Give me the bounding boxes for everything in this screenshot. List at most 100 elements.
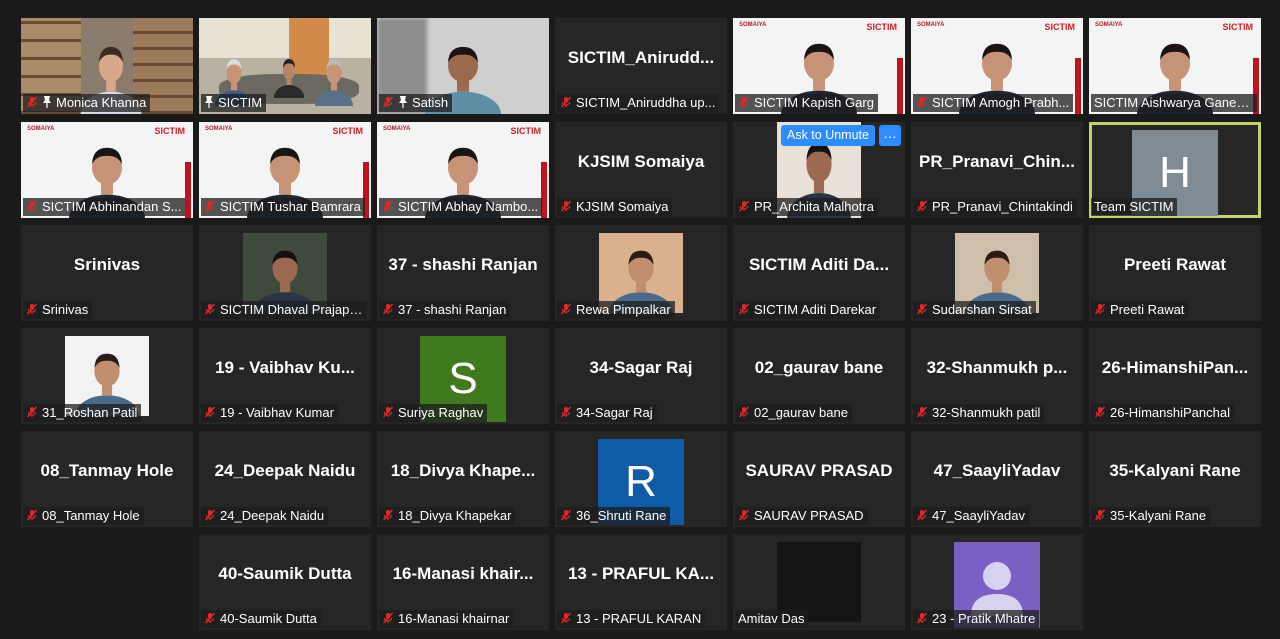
participant-tile[interactable]: H Team SICTIM [1089,122,1261,218]
participant-display-name: KJSIM Somaiya [577,152,705,171]
participant-name-label: 37 - shashi Ranjan [379,301,511,319]
participant-name: PR_Pranavi_Chintakindi [932,199,1073,214]
muted-mic-icon [560,406,572,418]
participant-tile[interactable]: SOMAIYA SICTIM SICTIM Abhay Nambo... [377,122,549,218]
participant-name-label: SICTIM Abhinandan S... [23,198,186,216]
participant-display-name: Srinivas [73,255,141,274]
participant-tile[interactable]: SAURAV PRASAD SAURAV PRASAD [733,431,905,527]
participant-name: SICTIM Tushar Bamrara [220,199,361,214]
participant-tile[interactable]: Srinivas Srinivas [21,225,193,321]
participant-name-label: 47_SaayliYadav [913,507,1029,525]
participant-tile[interactable]: SOMAIYA SICTIM SICTIM Abhinandan S... [21,122,193,218]
participant-tile[interactable]: 37 - shashi Ranjan 37 - shashi Ranjan [377,225,549,321]
participant-name: 13 - PRAFUL KARAN [576,611,702,626]
participant-display-name: Preeti Rawat [1123,255,1227,274]
participant-name: 32-Shanmukh patil [932,405,1041,420]
participant-tile[interactable]: 47_SaayliYadav 47_SaayliYadav [911,431,1083,527]
participant-tile[interactable]: 02_gaurav bane 02_gaurav bane [733,328,905,424]
more-options-button[interactable]: … [879,125,901,146]
participant-name-label: SICTIM Abhay Nambo... [379,198,543,216]
participant-name: 31_Roshan Patil [42,405,138,420]
participant-tile[interactable]: Rewa Pimpalkar [555,225,727,321]
muted-mic-icon [916,96,928,108]
muted-mic-icon [1094,509,1106,521]
participant-tile[interactable]: SICTIM Aditi Da... SICTIM Aditi Darekar [733,225,905,321]
participant-name: Srinivas [42,302,89,317]
participant-display-name: SICTIM_Anirudd... [567,48,715,67]
participant-name-label: SICTIM Aishwarya Ganes... [1091,94,1257,112]
participant-tile[interactable]: 18_Divya Khape... 18_Divya Khapekar [377,431,549,527]
participant-display-name: 32-Shanmukh p... [926,358,1068,377]
participant-tile[interactable]: SICTIM Dhaval Prajapati [199,225,371,321]
participant-tile[interactable]: SOMAIYA SICTIM SICTIM Kapish Garg [733,18,905,114]
participant-tile[interactable]: 34-Sagar Raj 34-Sagar Raj [555,328,727,424]
participant-tile[interactable]: SOMAIYA SICTIM SICTIM Tushar Bamrara [199,122,371,218]
participant-tile[interactable]: 35-Kalyani Rane 35-Kalyani Rane [1089,431,1261,527]
participant-tile[interactable]: Monica Khanna [21,18,193,114]
participant-tile[interactable]: 23 - Pratik Mhatre [911,534,1083,630]
participant-tile[interactable]: 24_Deepak Naidu 24_Deepak Naidu [199,431,371,527]
muted-mic-icon [204,200,216,212]
participant-name-label: SICTIM Tushar Bamrara [201,198,365,216]
muted-mic-icon [204,303,216,315]
participant-display-name: 40-Saumik Dutta [218,564,352,583]
participant-tile[interactable]: Preeti Rawat Preeti Rawat [1089,225,1261,321]
participant-name: 26-HimanshiPanchal [1110,405,1230,420]
participant-name: PR_Archita Malhotra [754,199,874,214]
participant-display-name: 35-Kalyani Rane [1109,461,1241,480]
participant-tile[interactable]: Satish [377,18,549,114]
participant-name-label: Satish [379,94,453,112]
participant-tile[interactable]: S Suriya Raghav [377,328,549,424]
muted-mic-icon [738,509,750,521]
participant-name-label: 36_Shruti Rane [557,507,671,525]
participant-display-name: 37 - shashi Ranjan [388,255,538,274]
participant-name: Preeti Rawat [1110,302,1185,317]
participant-tile[interactable]: KJSIM Somaiya KJSIM Somaiya [555,122,727,218]
participant-display-name: 02_gaurav bane [754,358,884,377]
participant-tile[interactable]: SOMAIYA SICTIM SICTIM Aishwarya Ganes... [1089,18,1261,114]
participant-name-label: Suriya Raghav [379,404,488,422]
participant-tile[interactable]: 16-Manasi khair... 16-Manasi khairnar [377,534,549,630]
participant-tile[interactable]: 19 - Vaibhav Ku... 19 - Vaibhav Kumar [199,328,371,424]
participant-tile[interactable]: 40-Saumik Dutta 40-Saumik Dutta [199,534,371,630]
participant-tile[interactable]: SICTIM_Anirudd... SICTIM_Aniruddha up... [555,18,727,114]
participant-tile[interactable]: 08_Tanmay Hole 08_Tanmay Hole [21,431,193,527]
participant-name: SICTIM_Aniruddha up... [576,95,716,110]
participant-tile[interactable]: Sudarshan Sirsat [911,225,1083,321]
participant-tile[interactable]: SOMAIYA SICTIM SICTIM Amogh Prabh... [911,18,1083,114]
participant-name: 16-Manasi khairnar [398,611,510,626]
pin-icon [205,96,213,108]
somaiya-logo: SOMAIYA [205,126,233,132]
muted-mic-icon [560,200,572,212]
ask-to-unmute-button[interactable]: Ask to Unmute [781,125,875,146]
muted-mic-icon [382,96,394,108]
participant-name-label: Amitav Das [735,610,809,628]
participant-tile[interactable]: R 36_Shruti Rane [555,431,727,527]
participant-name: SICTIM Amogh Prabh... [932,95,1070,110]
participant-display-name: 18_Divya Khape... [390,461,536,480]
participant-name-label: SICTIM_Aniruddha up... [557,94,720,112]
participant-display-name: 34-Sagar Raj [589,358,693,377]
muted-mic-icon [26,406,38,418]
participant-name: 23 - Pratik Mhatre [932,611,1036,626]
muted-mic-icon [916,406,928,418]
participant-tile[interactable]: 31_Roshan Patil [21,328,193,424]
participant-tile[interactable]: PR_Pranavi_Chin... PR_Pranavi_Chintakindi [911,122,1083,218]
participant-tile[interactable]: 13 - PRAFUL KA... 13 - PRAFUL KARAN [555,534,727,630]
participant-name: SICTIM Aishwarya Ganes... [1094,95,1254,110]
participant-name-label: Monica Khanna [23,94,151,112]
participant-display-name: 19 - Vaibhav Ku... [215,358,355,377]
participant-tile[interactable]: Amitav Das [733,534,905,630]
participant-name-label: 40-Saumik Dutta [201,610,321,628]
participant-name: 18_Divya Khapekar [398,508,512,523]
participant-name: KJSIM Somaiya [576,199,669,214]
participant-name: 34-Sagar Raj [576,405,653,420]
participant-tile[interactable]: SICTIM [199,18,371,114]
participant-name: SICTIM [218,95,263,110]
participant-name: Rewa Pimpalkar [576,302,671,317]
somaiya-logo: SOMAIYA [739,22,767,28]
participant-display-name: 13 - PRAFUL KA... [567,564,715,583]
participant-tile[interactable]: 32-Shanmukh p... 32-Shanmukh patil [911,328,1083,424]
participant-tile[interactable]: 26-HimanshiPan... 26-HimanshiPanchal [1089,328,1261,424]
participant-display-name: SAURAV PRASAD [745,461,893,480]
